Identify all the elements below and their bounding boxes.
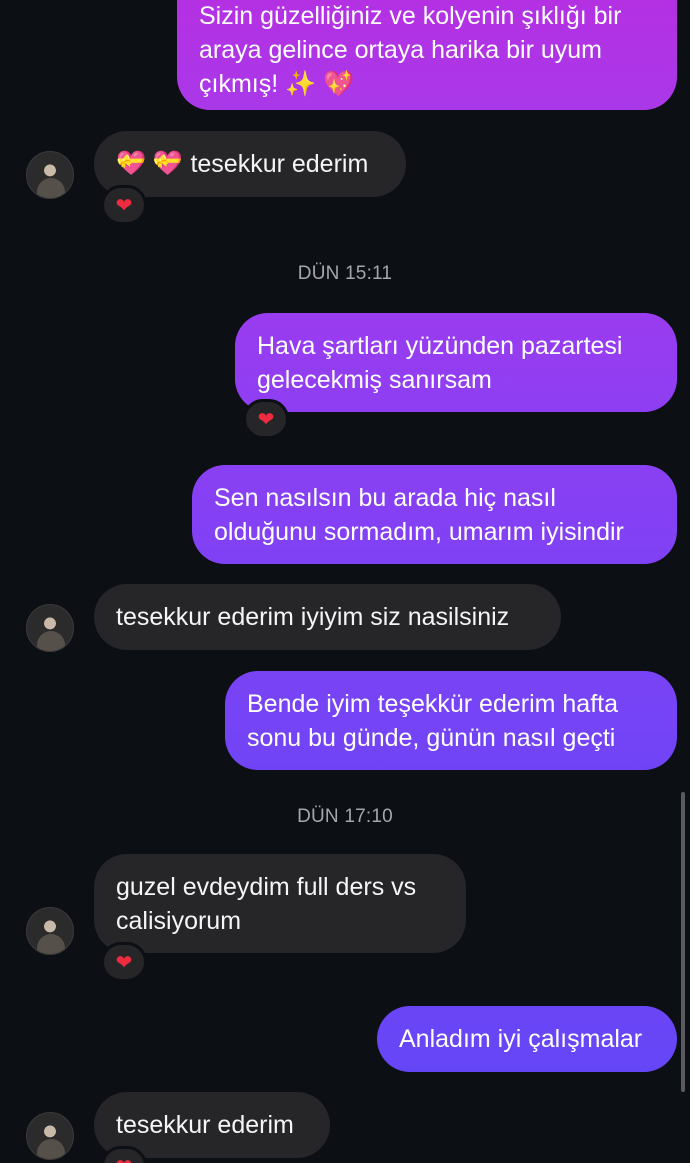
red-heart-icon: ❤ (115, 194, 133, 217)
contact-avatar[interactable] (26, 1112, 74, 1160)
message-text: Sizin güzelliğiniz ve kolyenin şıklığı b… (199, 2, 622, 98)
message-text: guzel evdeydim full ders vs calisiyorum (116, 872, 417, 935)
outgoing-message[interactable]: Bende iyim teşekkür ederim hafta sonu bu… (225, 671, 677, 770)
message-text: tesekkur ederim iyiyim siz nasilsiniz (116, 603, 510, 631)
scrollbar[interactable] (681, 792, 685, 1092)
message-text: Bende iyim teşekkür ederim hafta sonu bu… (247, 689, 619, 752)
contact-avatar[interactable] (26, 151, 74, 199)
message-text: Anladım iyi çalışmalar (399, 1025, 643, 1053)
chat-thread[interactable]: Sizin güzelliğiniz ve kolyenin şıklığı b… (0, 0, 690, 1163)
heart-reaction[interactable]: ❤ (101, 942, 147, 982)
red-heart-icon: ❤ (115, 951, 133, 974)
message-text: Sen nasılsın bu arada hiç nasıl olduğunu… (214, 483, 624, 546)
message-text: tesekkur ederim (190, 150, 369, 178)
outgoing-message[interactable]: Sen nasılsın bu arada hiç nasıl olduğunu… (192, 465, 677, 564)
outgoing-message[interactable]: Hava şartları yüzünden pazartesi gelecek… (235, 313, 677, 412)
gift-heart-emoji: 💝 💝 (116, 150, 183, 177)
message-text: Hava şartları yüzünden pazartesi gelecek… (257, 331, 623, 394)
incoming-message[interactable]: tesekkur ederim iyiyim siz nasilsiniz (94, 584, 561, 650)
incoming-message[interactable]: 💝 💝 tesekkur ederim (94, 131, 406, 197)
incoming-message[interactable]: guzel evdeydim full ders vs calisiyorum (94, 854, 466, 953)
red-heart-icon: ❤ (116, 1154, 133, 1163)
contact-avatar[interactable] (26, 907, 74, 955)
message-text: tesekkur ederim (116, 1111, 294, 1139)
outgoing-message[interactable]: Anladım iyi çalışmalar (377, 1006, 677, 1072)
heart-reaction[interactable]: ❤ (243, 399, 289, 439)
red-heart-icon: ❤ (257, 408, 275, 431)
timestamp: DÜN 17:10 (297, 806, 393, 827)
timestamp: DÜN 15:11 (297, 263, 393, 284)
outgoing-message[interactable]: Sizin güzelliğiniz ve kolyenin şıklığı b… (177, 0, 677, 110)
heart-reaction[interactable]: ❤ (101, 185, 147, 225)
contact-avatar[interactable] (26, 604, 74, 652)
